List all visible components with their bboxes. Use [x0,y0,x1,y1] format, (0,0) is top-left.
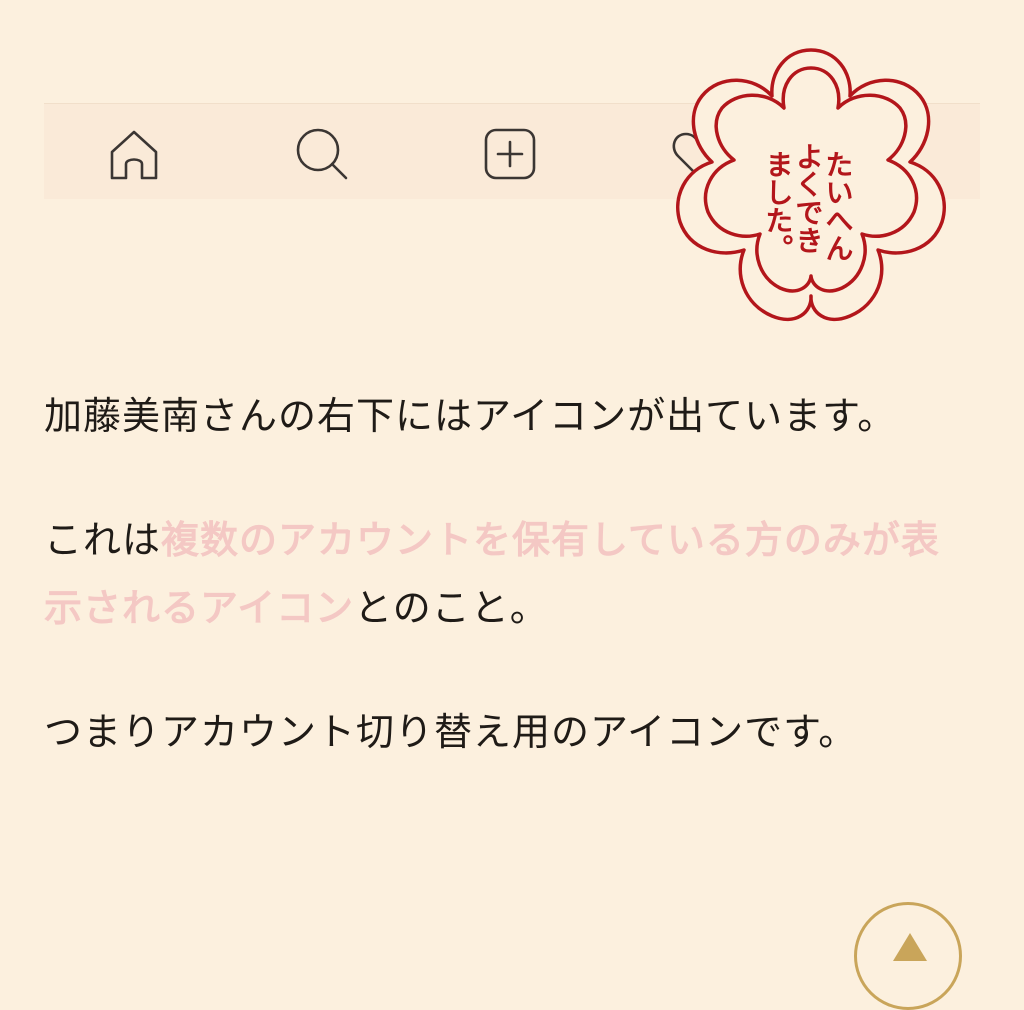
stamp-line-1: たいへん [822,150,855,262]
paragraph-2: これは複数のアカウントを保有している方のみが表示されるアイコンとのこと。 [44,506,964,642]
sakura-stamp: たいへん よくでき ました。 [666,44,956,330]
article-body: 加藤美南さんの右下にはアイコンが出ています。 これは複数のアカウントを保有してい… [44,382,964,822]
paragraph-2-lead: これは [44,518,162,562]
stamp-line-2: よくでき [792,142,825,254]
paragraph-3: つまりアカウント切り替え用のアイコンです。 [44,710,858,754]
home-icon[interactable] [106,126,162,182]
paragraph-2-tail: とのこと。 [354,586,549,630]
add-post-icon[interactable] [482,126,538,182]
scroll-to-top-button[interactable] [854,902,962,1010]
triangle-up-icon [893,933,927,961]
search-icon[interactable] [294,126,350,182]
paragraph-1: 加藤美南さんの右下にはアイコンが出ています。 [44,394,897,438]
stamp-line-3: ました。 [762,150,795,262]
